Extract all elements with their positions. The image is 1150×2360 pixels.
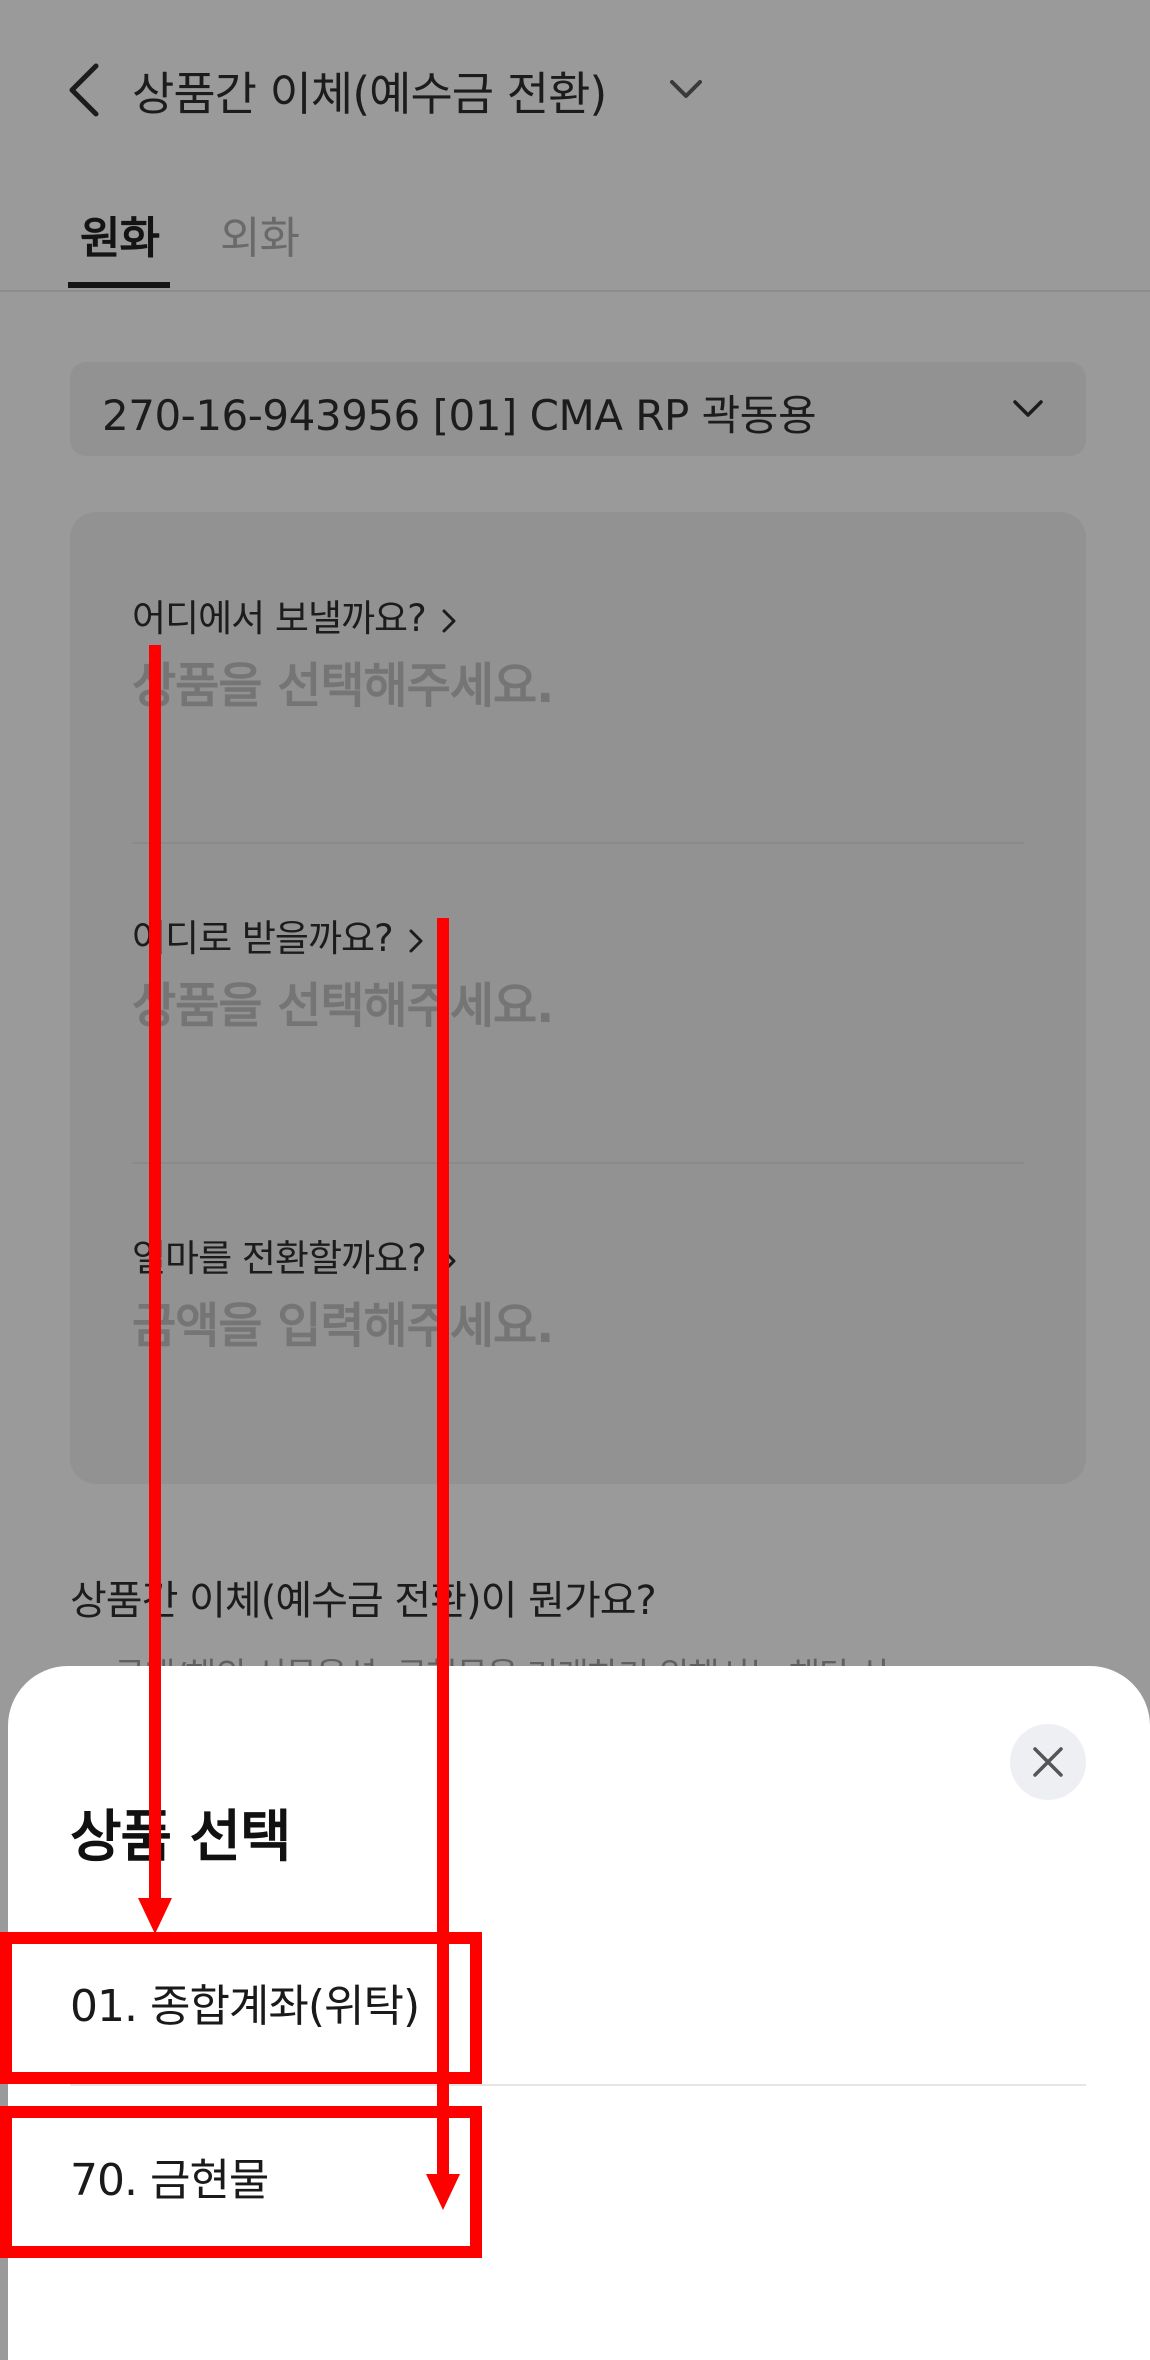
amount-placeholder: 금액을 입력해주세요.	[132, 1298, 554, 1354]
app-header: 상품간 이체(예수금 전환)	[0, 0, 1150, 180]
chevron-down-icon	[1013, 400, 1043, 417]
close-icon	[1033, 1747, 1063, 1777]
from-placeholder: 상품을 선택해주세요.	[132, 658, 554, 714]
annotation-highlight-box	[0, 2106, 482, 2258]
to-label: 어디로 받을까요?	[132, 908, 425, 962]
chevron-right-icon	[442, 1249, 456, 1272]
currency-tabs: 원화 외화	[0, 190, 1150, 292]
divider	[132, 1162, 1024, 1164]
tab-krw[interactable]: 원화	[80, 202, 160, 266]
divider	[132, 842, 1024, 844]
chevron-right-icon	[409, 929, 423, 952]
to-placeholder: 상품을 선택해주세요.	[132, 978, 554, 1034]
account-select[interactable]: 270-16-943956 [01] CMA RP 곽동용	[70, 362, 1086, 456]
close-button[interactable]	[1010, 1724, 1086, 1800]
account-select-value: 270-16-943956 [01] CMA RP 곽동용	[102, 391, 817, 440]
chevron-right-icon	[442, 609, 456, 632]
tab-foreign-currency[interactable]: 외화	[220, 202, 300, 266]
transfer-card: 어디에서 보낼까요? 상품을 선택해주세요. 어디로 받을까요? 상품을 선택해…	[70, 512, 1086, 1484]
amount-label: 얼마를 전환할까요?	[132, 1228, 458, 1282]
back-chevron-icon[interactable]	[66, 62, 106, 118]
chevron-down-icon[interactable]	[668, 78, 704, 102]
sheet-title: 상품 선택	[70, 1805, 292, 1870]
divider	[70, 2084, 1086, 2086]
active-tab-indicator	[68, 282, 170, 288]
page-title: 상품간 이체(예수금 전환)	[132, 67, 607, 121]
from-label: 어디에서 보낼까요?	[132, 588, 458, 642]
annotation-highlight-box	[0, 1932, 482, 2084]
info-title: 상품간 이체(예수금 전환)이 뭔가요?	[70, 1578, 657, 1624]
screen: 상품간 이체(예수금 전환) 원화 외화 270-16-943956 [01] …	[0, 0, 1150, 2360]
